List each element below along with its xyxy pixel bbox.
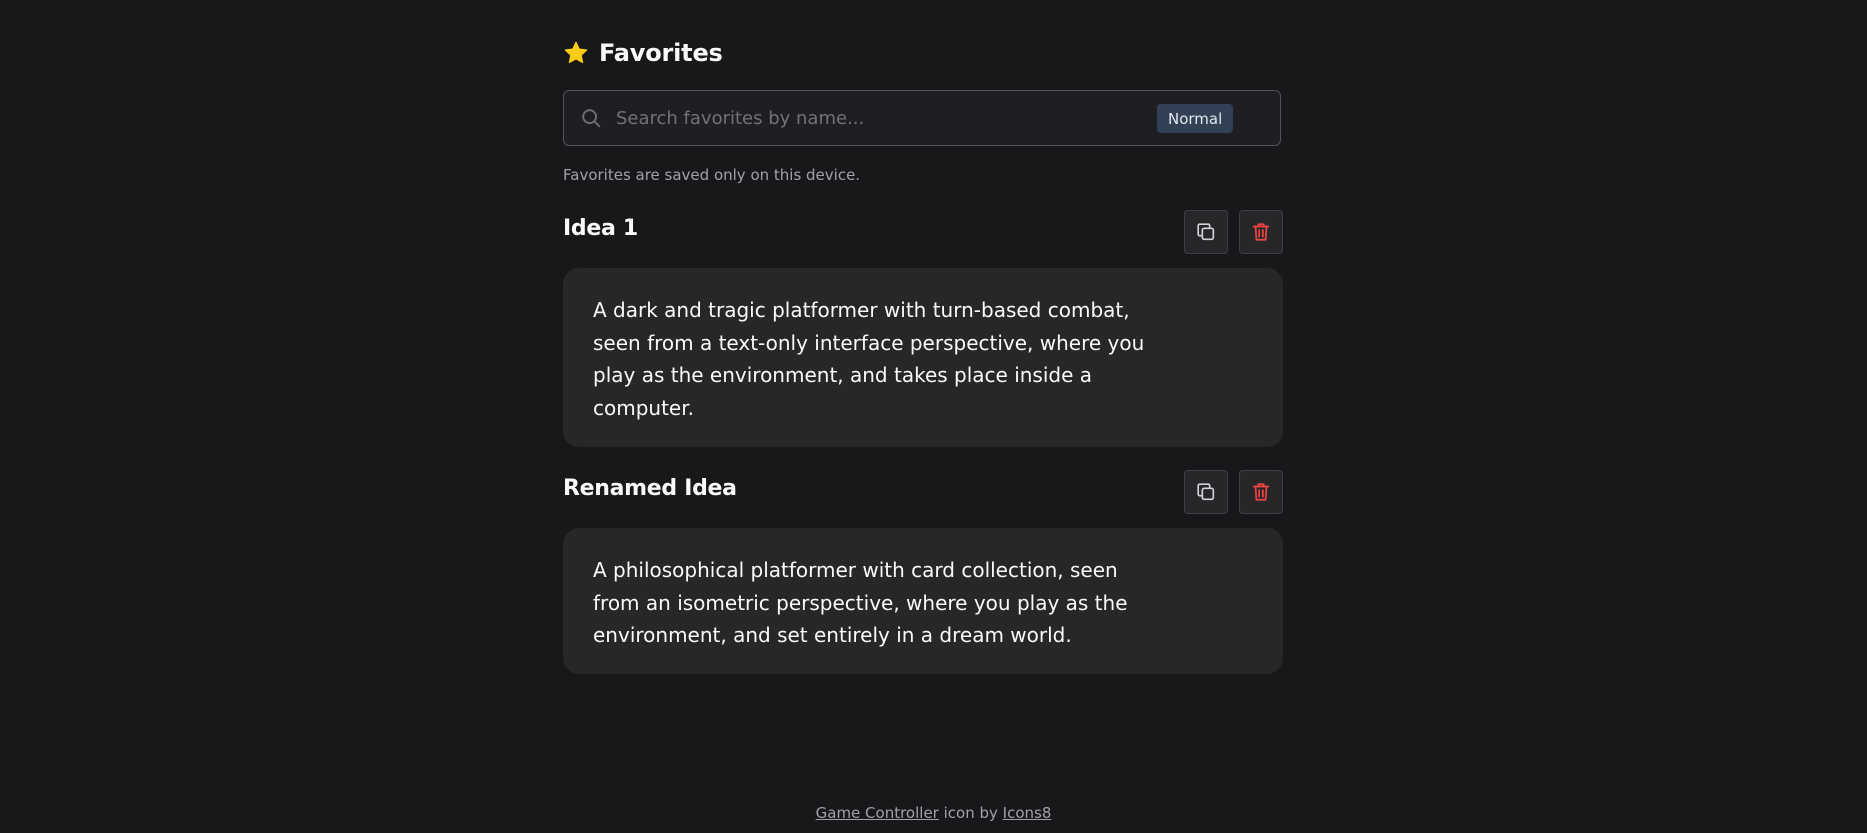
- storage-note: Favorites are saved only on this device.: [563, 166, 861, 184]
- search-icon: [580, 107, 602, 129]
- trash-icon: [1250, 221, 1272, 243]
- page-header: Favorites: [563, 36, 723, 70]
- trash-icon: [1250, 481, 1272, 503]
- favorite-description: A dark and tragic platformer with turn-b…: [593, 298, 1145, 420]
- copy-icon: [1195, 221, 1217, 243]
- favorite-title: Renamed Idea: [563, 476, 737, 501]
- game-controller-link[interactable]: Game Controller: [816, 804, 939, 822]
- copy-button[interactable]: [1184, 210, 1228, 254]
- search-input[interactable]: [614, 106, 1158, 130]
- favorite-description: A philosophical platformer with card col…: [593, 558, 1128, 647]
- mode-badge[interactable]: Normal: [1157, 104, 1234, 133]
- copy-button[interactable]: [1184, 470, 1228, 514]
- favorite-card: A dark and tragic platformer with turn-b…: [563, 268, 1283, 447]
- favorite-title: Idea 1: [563, 216, 638, 241]
- credit-text: icon by: [938, 804, 1003, 822]
- footer-credits: Game Controller icon by Icons8: [0, 804, 1867, 822]
- favorite-card: A philosophical platformer with card col…: [563, 528, 1283, 674]
- search-box[interactable]: Normal: [563, 90, 1281, 146]
- copy-icon: [1195, 481, 1217, 503]
- star-icon: [563, 40, 589, 66]
- delete-button[interactable]: [1239, 210, 1283, 254]
- delete-button[interactable]: [1239, 470, 1283, 514]
- icons8-link[interactable]: Icons8: [1003, 804, 1052, 822]
- page-title: Favorites: [599, 39, 723, 67]
